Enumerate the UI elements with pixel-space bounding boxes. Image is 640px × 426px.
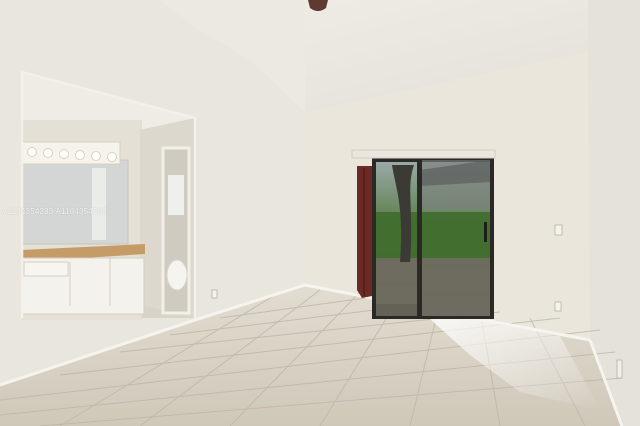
outdoor-hedge bbox=[376, 212, 490, 258]
light-switch-icon bbox=[554, 224, 563, 236]
outlet-icon bbox=[616, 359, 623, 379]
vanity-drawer bbox=[23, 261, 69, 277]
toilet bbox=[166, 259, 188, 291]
outdoor-pavement bbox=[376, 258, 490, 316]
door-center-post bbox=[417, 160, 422, 316]
outlet-icon bbox=[211, 289, 218, 299]
curtain-rod bbox=[351, 149, 496, 159]
door-handle bbox=[484, 222, 487, 242]
outlet-icon bbox=[554, 301, 562, 312]
room-photo: A1184354283 A1184354283 bbox=[0, 0, 640, 426]
vanity-mirror bbox=[21, 159, 129, 245]
mirror-reflection bbox=[92, 168, 106, 240]
photo-watermark: A1184354283 A1184354283 bbox=[2, 207, 107, 216]
toilet-window bbox=[168, 175, 184, 215]
